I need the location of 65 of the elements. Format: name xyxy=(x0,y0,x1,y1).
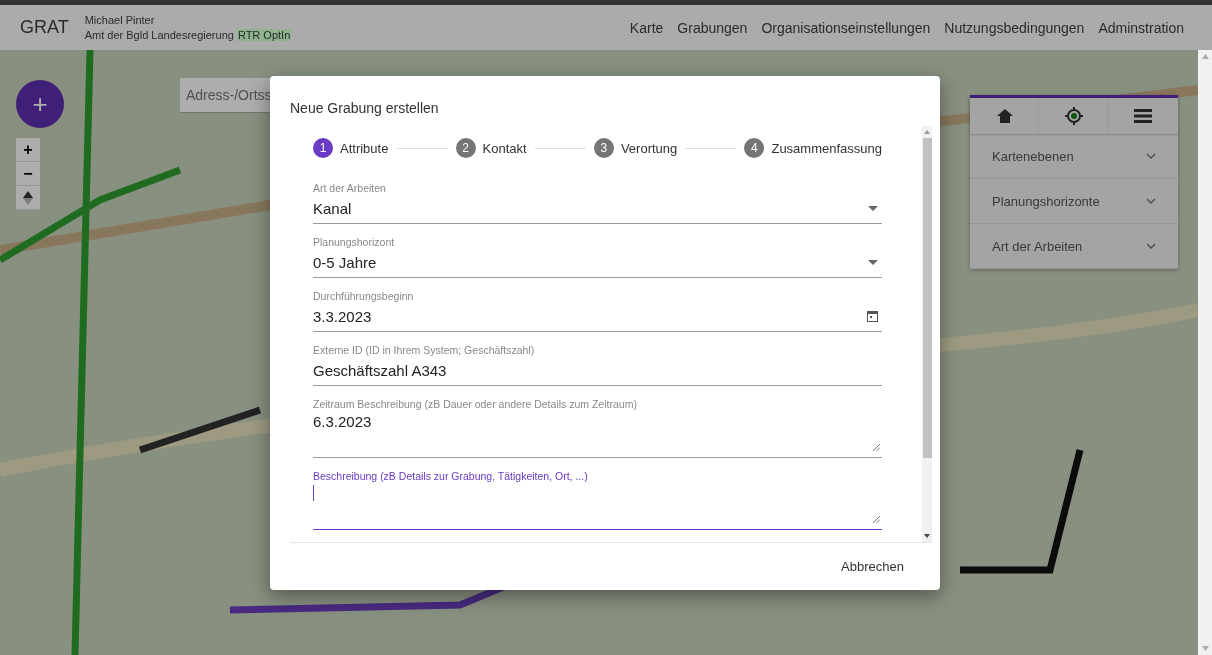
scroll-up-icon xyxy=(1201,54,1209,59)
field-value: Geschäftszahl A343 xyxy=(313,361,447,379)
page-scrollbar[interactable] xyxy=(1198,50,1212,655)
field-value: 3.3.2023 xyxy=(313,307,372,325)
field-value: 6.3.2023 xyxy=(313,413,372,430)
step-label: Kontakt xyxy=(482,140,527,156)
panel-tab[interactable] xyxy=(1039,98,1109,134)
optin-badge: RTR OptIn xyxy=(236,29,292,41)
organisation-name: Amt der Bgld Landesregierung xyxy=(84,29,234,41)
zoom-in-button[interactable]: + xyxy=(16,138,40,162)
text-cursor xyxy=(313,485,314,501)
field-value: 0-5 Jahre xyxy=(313,253,377,271)
panel-section[interactable]: Planungshorizonte xyxy=(970,179,1178,224)
panel-section[interactable]: Art der Arbeiten xyxy=(970,224,1178,269)
dialog-title: Neue Grabung erstellen xyxy=(289,99,440,118)
dropdown-icon xyxy=(868,259,878,265)
field-label: Planungshorizont xyxy=(313,236,396,248)
step[interactable]: 4 Zusammenfassung xyxy=(744,138,882,158)
form-field[interactable]: Beschreibung (zB Details zur Grabung, Tätigkeiten, Ort, ...) xyxy=(313,458,882,530)
step-number: 4 xyxy=(744,138,765,158)
step[interactable]: 3 Verortung xyxy=(593,138,678,158)
home-icon xyxy=(996,109,1013,123)
form-field[interactable]: Externe ID (ID in Ihrem System; Geschäftszahl) Geschäftszahl A343 xyxy=(313,332,882,386)
field-value: Kanal xyxy=(313,199,352,217)
step-label: Attribute xyxy=(340,140,389,156)
locate-icon xyxy=(1065,107,1083,125)
form-field[interactable]: Planungshorizont 0-5 Jahre xyxy=(313,224,882,278)
panel-tab[interactable] xyxy=(1108,98,1178,134)
user-name: Michael Pinter xyxy=(84,14,156,26)
nav-link[interactable]: Adminstration xyxy=(1098,19,1184,36)
scrollbar[interactable] xyxy=(922,126,932,542)
field-label: Zeitraum Beschreibung (zB Dauer oder andere Details zum Zeitraum) xyxy=(313,398,638,410)
nav-link[interactable]: Grabungen xyxy=(677,19,748,36)
step-number: 1 xyxy=(313,138,333,158)
field-label: Beschreibung (zB Details zur Grabung, Tätigkeiten, Ort, ...) xyxy=(313,470,589,482)
panel-tab[interactable] xyxy=(970,98,1040,134)
nav-link[interactable]: Organisationseinstellungen xyxy=(761,19,931,36)
compass-icon xyxy=(23,190,33,205)
scroll-up-icon xyxy=(924,130,930,134)
scroll-down-icon xyxy=(924,534,930,538)
panel-section[interactable]: Kartenebenen xyxy=(970,134,1178,179)
step-number: 3 xyxy=(593,138,614,158)
step[interactable]: 1 Attribute xyxy=(313,138,389,158)
nav-link[interactable]: Karte xyxy=(629,19,664,36)
scrollbar-thumb[interactable] xyxy=(922,138,932,458)
app-name: GRAT xyxy=(20,17,69,38)
calendar-icon xyxy=(867,310,878,322)
step[interactable]: 2 Kontakt xyxy=(455,138,527,158)
dropdown-icon xyxy=(868,205,878,211)
list-icon xyxy=(1134,109,1153,123)
field-label: Durchführungsbeginn xyxy=(313,290,415,302)
add-button[interactable]: + xyxy=(16,80,64,128)
form-field[interactable]: Art der Arbeiten Kanal xyxy=(313,170,882,224)
nav-link[interactable]: Nutzungsbedingungen xyxy=(944,19,1085,36)
resize-grip-icon xyxy=(873,444,880,451)
field-label: Externe ID (ID in Ihrem System; Geschäftszahl) xyxy=(313,344,536,356)
cancel-button[interactable]: Abbrechen xyxy=(831,551,928,582)
step-label: Verortung xyxy=(620,140,678,156)
scroll-down-icon xyxy=(1201,646,1209,651)
resize-grip-icon xyxy=(873,516,880,523)
step-number: 2 xyxy=(455,138,476,158)
form-field[interactable]: Zeitraum Beschreibung (zB Dauer oder andere Details zum Zeitraum) 6.3.2023 xyxy=(313,386,882,458)
field-label: Art der Arbeiten xyxy=(313,182,387,194)
step-label: Zusammenfassung xyxy=(771,140,882,156)
form-field[interactable]: Durchführungsbeginn 3.3.2023 xyxy=(313,278,882,332)
